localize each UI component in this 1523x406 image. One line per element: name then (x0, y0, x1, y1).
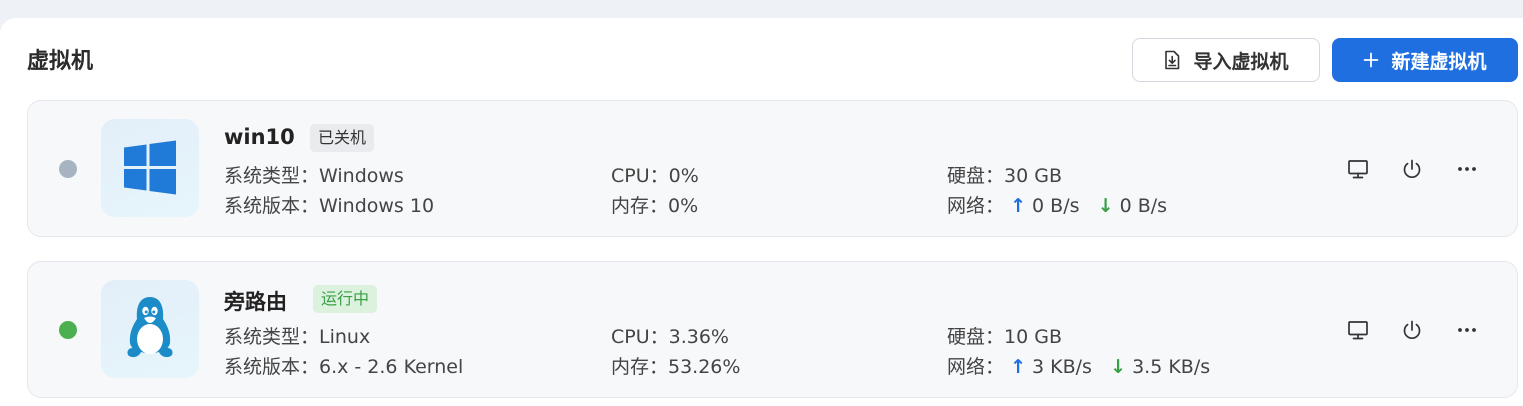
vm-card-win10[interactable]: win10 已关机 系统类型：Windows 系统版本：Windows 10 C… (27, 100, 1518, 237)
vm-card-bypass-router[interactable]: 旁路由 运行中 系统类型：Linux 系统版本：6.x - 2.6 Kernel… (27, 261, 1518, 398)
console-monitor-icon[interactable] (1345, 156, 1371, 182)
cpu-usage: CPU：0% (611, 165, 699, 187)
memory-usage: 内存：53.26% (611, 356, 741, 378)
upload-speed: 0 B/s (1032, 195, 1080, 217)
page-title: 虚拟机 (27, 49, 94, 74)
network-usage: 网络： ↑ 3 KB/s ↓ 3.5 KB/s (947, 352, 1210, 379)
os-version: 系统版本：Windows 10 (224, 195, 435, 217)
disk-size: 硬盘：10 GB (947, 326, 1062, 348)
download-arrow-icon: ↓ (1110, 356, 1127, 378)
power-icon[interactable] (1399, 156, 1425, 182)
console-monitor-icon[interactable] (1345, 317, 1371, 343)
vm-name[interactable]: 旁路由 (224, 286, 287, 316)
import-file-icon (1163, 50, 1181, 70)
status-dot-stopped (59, 160, 77, 178)
linux-tux-icon (101, 280, 199, 378)
network-usage: 网络： ↑ 0 B/s ↓ 0 B/s (947, 191, 1167, 218)
more-options-icon[interactable] (1454, 317, 1480, 343)
import-vm-label: 导入虚拟机 (1193, 50, 1289, 73)
os-version: 系统版本：6.x - 2.6 Kernel (224, 356, 464, 378)
download-speed: 3.5 KB/s (1132, 356, 1211, 378)
plus-icon (1363, 52, 1379, 68)
power-icon[interactable] (1399, 317, 1425, 343)
network-label: 网络： (947, 356, 1005, 378)
windows-logo-icon (101, 119, 199, 217)
status-badge: 已关机 (310, 124, 375, 152)
more-options-icon[interactable] (1454, 156, 1480, 182)
status-badge: 运行中 (313, 285, 378, 313)
memory-usage: 内存：0% (611, 195, 699, 217)
upload-arrow-icon: ↑ (1010, 356, 1026, 378)
os-type: 系统类型：Linux (224, 326, 371, 348)
new-vm-button[interactable]: 新建虚拟机 (1332, 38, 1518, 82)
cpu-usage: CPU：3.36% (611, 326, 729, 348)
upload-arrow-icon: ↑ (1010, 195, 1026, 217)
os-type: 系统类型：Windows (224, 165, 404, 187)
disk-size: 硬盘：30 GB (947, 165, 1062, 187)
import-vm-button[interactable]: 导入虚拟机 (1132, 38, 1320, 82)
download-arrow-icon: ↓ (1097, 195, 1114, 217)
network-label: 网络： (947, 195, 1005, 217)
vm-name[interactable]: win10 (224, 125, 295, 149)
status-dot-running (59, 321, 77, 339)
upload-speed: 3 KB/s (1032, 356, 1092, 378)
new-vm-label: 新建虚拟机 (1391, 50, 1487, 73)
download-speed: 0 B/s (1119, 195, 1168, 217)
